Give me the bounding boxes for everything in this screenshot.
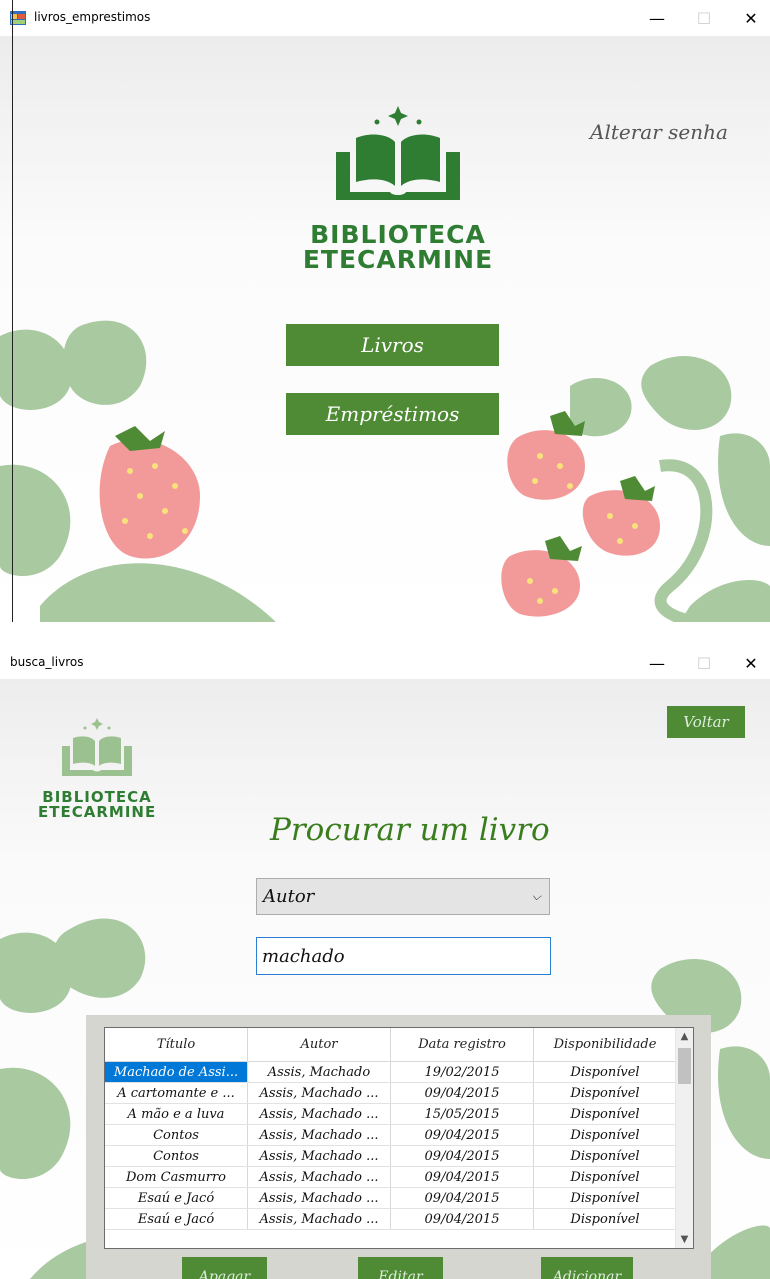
cell-availability[interactable]: Disponível: [533, 1145, 677, 1167]
close-button[interactable]: ✕: [728, 649, 770, 677]
window-title: busca_livros: [10, 655, 84, 669]
loans-button[interactable]: Empréstimos: [286, 393, 499, 435]
maximize-button[interactable]: ☐: [681, 649, 727, 677]
main-panel: Alterar senha BIBLIOTECA ETECARMINE Livr…: [0, 36, 770, 622]
logo-text-line2: ETECARMINE: [38, 803, 157, 821]
table-row[interactable]: A mão e a luva Assis, Machado ... 15/05/…: [105, 1103, 677, 1125]
table-header-row: Título Autor Data registro Disponibilida…: [105, 1028, 677, 1062]
cell-date[interactable]: 15/05/2015: [390, 1103, 534, 1125]
search-by-select[interactable]: Autor ⌵: [256, 878, 550, 915]
cell-title[interactable]: Dom Casmurro: [105, 1166, 248, 1188]
vertical-scrollbar[interactable]: ▲ ▼: [675, 1028, 693, 1248]
cell-availability[interactable]: Disponível: [533, 1187, 677, 1209]
library-logo: BIBLIOTECA ETECARMINE: [300, 100, 496, 272]
cell-author[interactable]: Assis, Machado ...: [247, 1082, 391, 1104]
cell-author[interactable]: Assis, Machado ...: [247, 1103, 391, 1125]
search-panel: BIBLIOTECA ETECARMINE Voltar Procurar um…: [0, 679, 770, 1279]
window-border: [12, 0, 13, 622]
logo-text-line1: BIBLIOTECA: [310, 220, 486, 249]
cell-author[interactable]: Assis, Machado ...: [247, 1166, 391, 1188]
cell-date[interactable]: 09/04/2015: [390, 1187, 534, 1209]
table-row[interactable]: Machado de Assi... Assis, Machado 19/02/…: [105, 1061, 677, 1083]
results-grid: Título Autor Data registro Disponibilida…: [105, 1028, 677, 1230]
cell-title[interactable]: Contos: [105, 1124, 248, 1146]
table-row[interactable]: Contos Assis, Machado ... 09/04/2015 Dis…: [105, 1145, 677, 1167]
cell-title[interactable]: Esaú e Jacó: [105, 1187, 248, 1209]
cell-title[interactable]: A mão e a luva: [105, 1103, 248, 1125]
cell-date[interactable]: 09/04/2015: [390, 1208, 534, 1230]
cell-availability[interactable]: Disponível: [533, 1103, 677, 1125]
minimize-button[interactable]: —: [634, 649, 680, 677]
cell-author[interactable]: Assis, Machado ...: [247, 1145, 391, 1167]
logo-text-line2: ETECARMINE: [302, 245, 494, 274]
minimize-button[interactable]: —: [634, 4, 680, 32]
cell-title[interactable]: Contos: [105, 1145, 248, 1167]
table-row[interactable]: Esaú e Jacó Assis, Machado ... 09/04/201…: [105, 1187, 677, 1209]
library-logo: BIBLIOTECA ETECARMINE: [38, 716, 156, 820]
cell-availability[interactable]: Disponível: [533, 1082, 677, 1104]
maximize-button[interactable]: ☐: [681, 4, 727, 32]
title-bar: livros_emprestimos — ☐ ✕: [0, 0, 770, 36]
search-input-value: machado: [262, 945, 345, 967]
title-bar: busca_livros — ☐ ✕: [0, 645, 770, 681]
back-button[interactable]: Voltar: [667, 706, 745, 738]
cell-date[interactable]: 09/04/2015: [390, 1082, 534, 1104]
cell-date[interactable]: 19/02/2015: [390, 1061, 534, 1083]
add-button[interactable]: Adicionar: [541, 1257, 633, 1279]
strawberry-leaves-left-decoration: [0, 320, 276, 622]
search-input[interactable]: machado: [256, 937, 551, 975]
column-header-title[interactable]: Título: [105, 1028, 248, 1062]
close-button[interactable]: ✕: [728, 4, 770, 32]
cell-author[interactable]: Assis, Machado ...: [247, 1124, 391, 1146]
strawberry-leaves-right-decoration: [501, 355, 770, 622]
cell-date[interactable]: 09/04/2015: [390, 1166, 534, 1188]
column-header-date[interactable]: Data registro: [390, 1028, 534, 1062]
column-header-availability[interactable]: Disponibilidade: [533, 1028, 677, 1062]
table-row[interactable]: A cartomante e ... Assis, Machado ... 09…: [105, 1082, 677, 1104]
scroll-down-arrow-icon[interactable]: ▼: [676, 1231, 693, 1248]
cell-availability[interactable]: Disponível: [533, 1208, 677, 1230]
window-busca-livros: busca_livros — ☐ ✕ BIBLIOTECA ETECARMINE…: [0, 645, 770, 1279]
table-row[interactable]: Dom Casmurro Assis, Machado ... 09/04/20…: [105, 1166, 677, 1188]
books-button[interactable]: Livros: [286, 324, 499, 366]
delete-button[interactable]: Apagar: [182, 1257, 267, 1279]
results-table[interactable]: Título Autor Data registro Disponibilida…: [104, 1027, 694, 1249]
table-row[interactable]: Esaú e Jacó Assis, Machado ... 09/04/201…: [105, 1208, 677, 1230]
page-title: Procurar um livro: [270, 812, 550, 848]
cell-availability[interactable]: Disponível: [533, 1166, 677, 1188]
window-title: livros_emprestimos: [34, 10, 151, 24]
open-book-icon: [336, 106, 460, 200]
cell-title[interactable]: Esaú e Jacó: [105, 1208, 248, 1230]
change-password-link[interactable]: Alterar senha: [590, 120, 728, 144]
cell-availability[interactable]: Disponível: [533, 1061, 677, 1083]
scroll-up-arrow-icon[interactable]: ▲: [676, 1028, 693, 1045]
cell-author[interactable]: Assis, Machado: [247, 1061, 391, 1083]
table-row[interactable]: Contos Assis, Machado ... 09/04/2015 Dis…: [105, 1124, 677, 1146]
cell-date[interactable]: 09/04/2015: [390, 1145, 534, 1167]
cell-availability[interactable]: Disponível: [533, 1124, 677, 1146]
cell-date[interactable]: 09/04/2015: [390, 1124, 534, 1146]
scrollbar-thumb[interactable]: [678, 1048, 691, 1084]
cell-title[interactable]: A cartomante e ...: [105, 1082, 248, 1104]
cell-author[interactable]: Assis, Machado ...: [247, 1187, 391, 1209]
cell-title[interactable]: Machado de Assi...: [105, 1061, 248, 1083]
results-panel: Título Autor Data registro Disponibilida…: [86, 1015, 711, 1279]
chevron-down-icon[interactable]: ⌵: [532, 889, 541, 904]
edit-button[interactable]: Editar: [358, 1257, 443, 1279]
open-book-icon: [62, 718, 132, 776]
column-header-author[interactable]: Autor: [247, 1028, 391, 1062]
search-by-selected: Autor: [263, 886, 315, 907]
window-livros-emprestimos: livros_emprestimos — ☐ ✕ Alterar senha B…: [0, 0, 770, 622]
cell-author[interactable]: Assis, Machado ...: [247, 1208, 391, 1230]
